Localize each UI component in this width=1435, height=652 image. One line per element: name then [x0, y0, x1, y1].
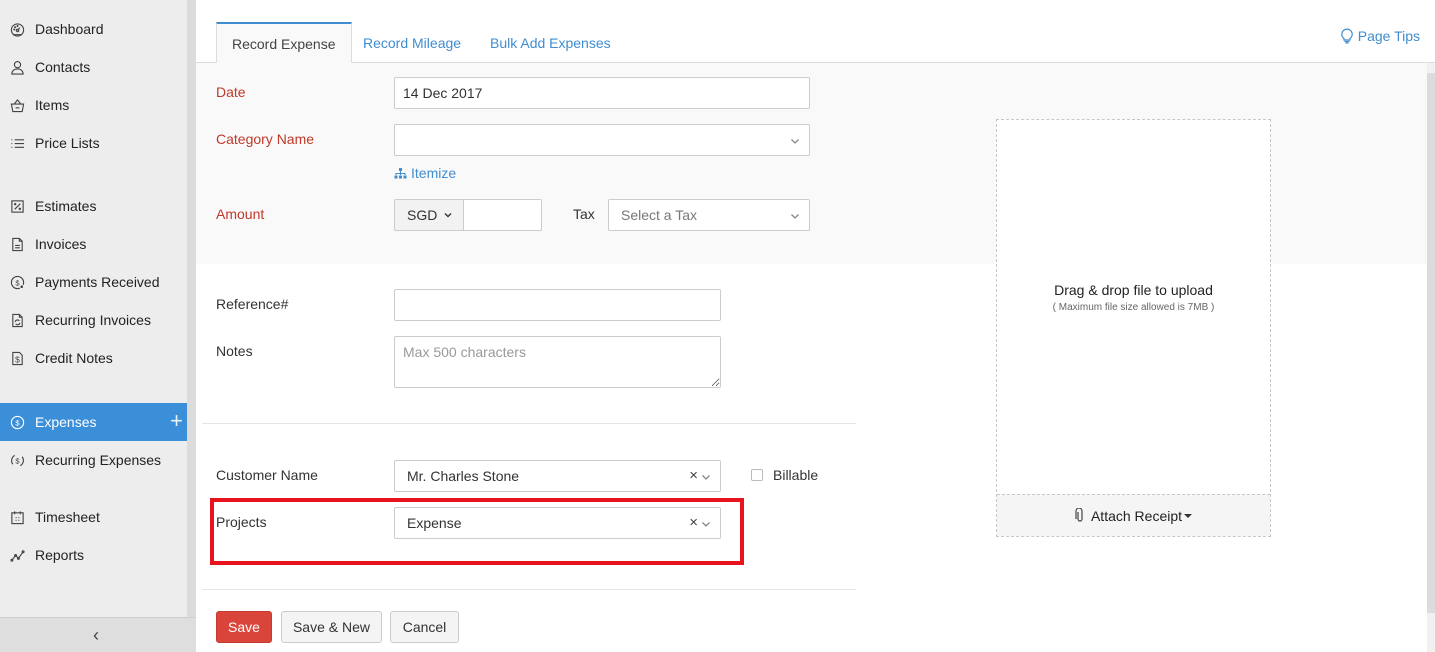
sidebar-item-recurring-expenses[interactable]: $ Recurring Expenses: [0, 441, 187, 479]
attach-receipt-button[interactable]: Attach Receipt: [997, 494, 1270, 536]
tab-bulk-add-expenses[interactable]: Bulk Add Expenses: [475, 22, 626, 63]
customer-name-select[interactable]: Mr. Charles Stone ×: [394, 460, 721, 492]
paperclip-icon: [1075, 508, 1083, 522]
reference-label: Reference#: [216, 296, 289, 312]
chevron-down-icon: [444, 213, 452, 218]
billable-label: Billable: [773, 467, 819, 483]
upload-title: Drag & drop file to upload: [1054, 282, 1213, 298]
contacts-icon: [9, 59, 25, 75]
dashboard-icon: [9, 21, 25, 37]
currency-select[interactable]: SGD: [394, 199, 463, 231]
upload-size-hint: ( Maximum file size allowed is 7MB ): [1052, 302, 1215, 313]
clear-customer-icon[interactable]: ×: [689, 467, 698, 484]
tab-record-mileage[interactable]: Record Mileage: [348, 22, 476, 63]
invoice-icon: [9, 236, 25, 252]
svg-text:$: $: [15, 418, 20, 427]
items-basket-icon: [9, 97, 25, 113]
sidebar-item-price-lists[interactable]: Price Lists: [0, 124, 187, 162]
sidebar-item-label: Payments Received: [35, 274, 160, 290]
sidebar-item-label: Reports: [35, 547, 85, 563]
timesheet-icon: [9, 509, 25, 525]
chevron-left-icon: ‹: [93, 624, 99, 645]
footer-divider: [202, 589, 856, 590]
page-tips-link[interactable]: Page Tips: [1340, 28, 1420, 44]
amount-input[interactable]: [463, 199, 542, 231]
svg-text:$: $: [15, 354, 20, 364]
date-input[interactable]: 14 Dec 2017: [394, 77, 810, 109]
billable-checkbox[interactable]: [751, 469, 763, 481]
sidebar-item-label: Items: [35, 97, 70, 113]
credit-note-icon: $: [9, 350, 25, 366]
sidebar-divider: [187, 0, 196, 652]
sidebar-item-label: Dashboard: [35, 21, 104, 37]
cancel-button[interactable]: Cancel: [390, 611, 459, 643]
vertical-scrollbar[interactable]: [1427, 63, 1435, 652]
section-divider: [202, 423, 856, 424]
svg-text:$: $: [15, 456, 20, 465]
payment-received-icon: $: [9, 274, 25, 290]
sidebar-item-recurring-invoices[interactable]: Recurring Invoices: [0, 301, 187, 339]
tab-record-expense[interactable]: Record Expense: [216, 22, 352, 64]
save-button[interactable]: Save: [216, 611, 272, 643]
sidebar-item-invoices[interactable]: Invoices: [0, 225, 187, 263]
sidebar-item-label: Timesheet: [35, 509, 100, 525]
sidebar-item-label: Recurring Expenses: [35, 452, 162, 468]
drop-area[interactable]: Drag & drop file to upload ( Maximum fil…: [997, 120, 1270, 494]
sidebar-item-label: Price Lists: [35, 135, 100, 151]
chevron-down-icon: [700, 517, 712, 529]
caret-down-icon: [1184, 513, 1193, 518]
expense-icon: $: [9, 414, 25, 430]
notes-label: Notes: [216, 343, 253, 359]
main-content: Record Expense Record Mileage Bulk Add E…: [196, 0, 1435, 652]
sidebar-item-label: Expenses: [35, 414, 97, 430]
projects-select[interactable]: Expense ×: [394, 507, 721, 539]
save-and-new-button[interactable]: Save & New: [281, 611, 382, 643]
chevron-down-icon: [789, 134, 801, 146]
sidebar: Dashboard Contacts Items Price Lists Est…: [0, 0, 187, 652]
sidebar-item-label: Contacts: [35, 59, 91, 75]
recurring-invoice-icon: [9, 312, 25, 328]
receipt-upload-zone[interactable]: Drag & drop file to upload ( Maximum fil…: [996, 119, 1271, 537]
lightbulb-icon: [1340, 28, 1353, 44]
sidebar-item-contacts[interactable]: Contacts: [0, 48, 187, 86]
date-label: Date: [216, 84, 246, 100]
sidebar-item-payments-received[interactable]: $ Payments Received: [0, 263, 187, 301]
sidebar-item-timesheet[interactable]: Timesheet: [0, 498, 187, 536]
chevron-down-icon: [789, 209, 801, 221]
sidebar-item-items[interactable]: Items: [0, 86, 187, 124]
tax-select[interactable]: Select a Tax: [608, 199, 810, 231]
add-expense-button[interactable]: +: [170, 410, 183, 432]
sidebar-item-label: Recurring Invoices: [35, 312, 151, 328]
itemize-link[interactable]: Itemize: [394, 165, 456, 181]
reports-icon: [9, 547, 25, 563]
projects-label: Projects: [216, 514, 267, 530]
scrollbar-thumb[interactable]: [1427, 73, 1435, 613]
sidebar-item-label: Invoices: [35, 236, 87, 252]
collapse-sidebar-button[interactable]: ‹: [0, 617, 196, 652]
clear-project-icon[interactable]: ×: [689, 514, 698, 531]
sidebar-item-credit-notes[interactable]: $ Credit Notes: [0, 339, 187, 377]
category-name-label: Category Name: [216, 131, 315, 147]
hierarchy-icon: [394, 167, 407, 178]
customer-name-label: Customer Name: [216, 467, 318, 483]
sidebar-item-dashboard[interactable]: Dashboard: [0, 10, 187, 48]
sidebar-item-label: Estimates: [35, 198, 97, 214]
sidebar-item-reports[interactable]: Reports: [0, 536, 187, 574]
reference-input[interactable]: [394, 289, 721, 321]
list-icon: [9, 135, 25, 151]
notes-textarea[interactable]: [394, 336, 721, 388]
tax-label: Tax: [573, 206, 595, 222]
sidebar-item-label: Credit Notes: [35, 350, 113, 366]
chevron-down-icon: [700, 470, 712, 482]
amount-label: Amount: [216, 206, 265, 222]
tab-bar: Record Expense Record Mileage Bulk Add E…: [196, 0, 1435, 64]
estimates-icon: [9, 198, 25, 214]
page-tips-label: Page Tips: [1357, 28, 1420, 44]
recurring-expense-icon: $: [9, 452, 25, 468]
sidebar-item-estimates[interactable]: Estimates: [0, 187, 187, 225]
category-name-select[interactable]: [394, 124, 810, 156]
sidebar-item-expenses[interactable]: $ Expenses +: [0, 403, 187, 441]
